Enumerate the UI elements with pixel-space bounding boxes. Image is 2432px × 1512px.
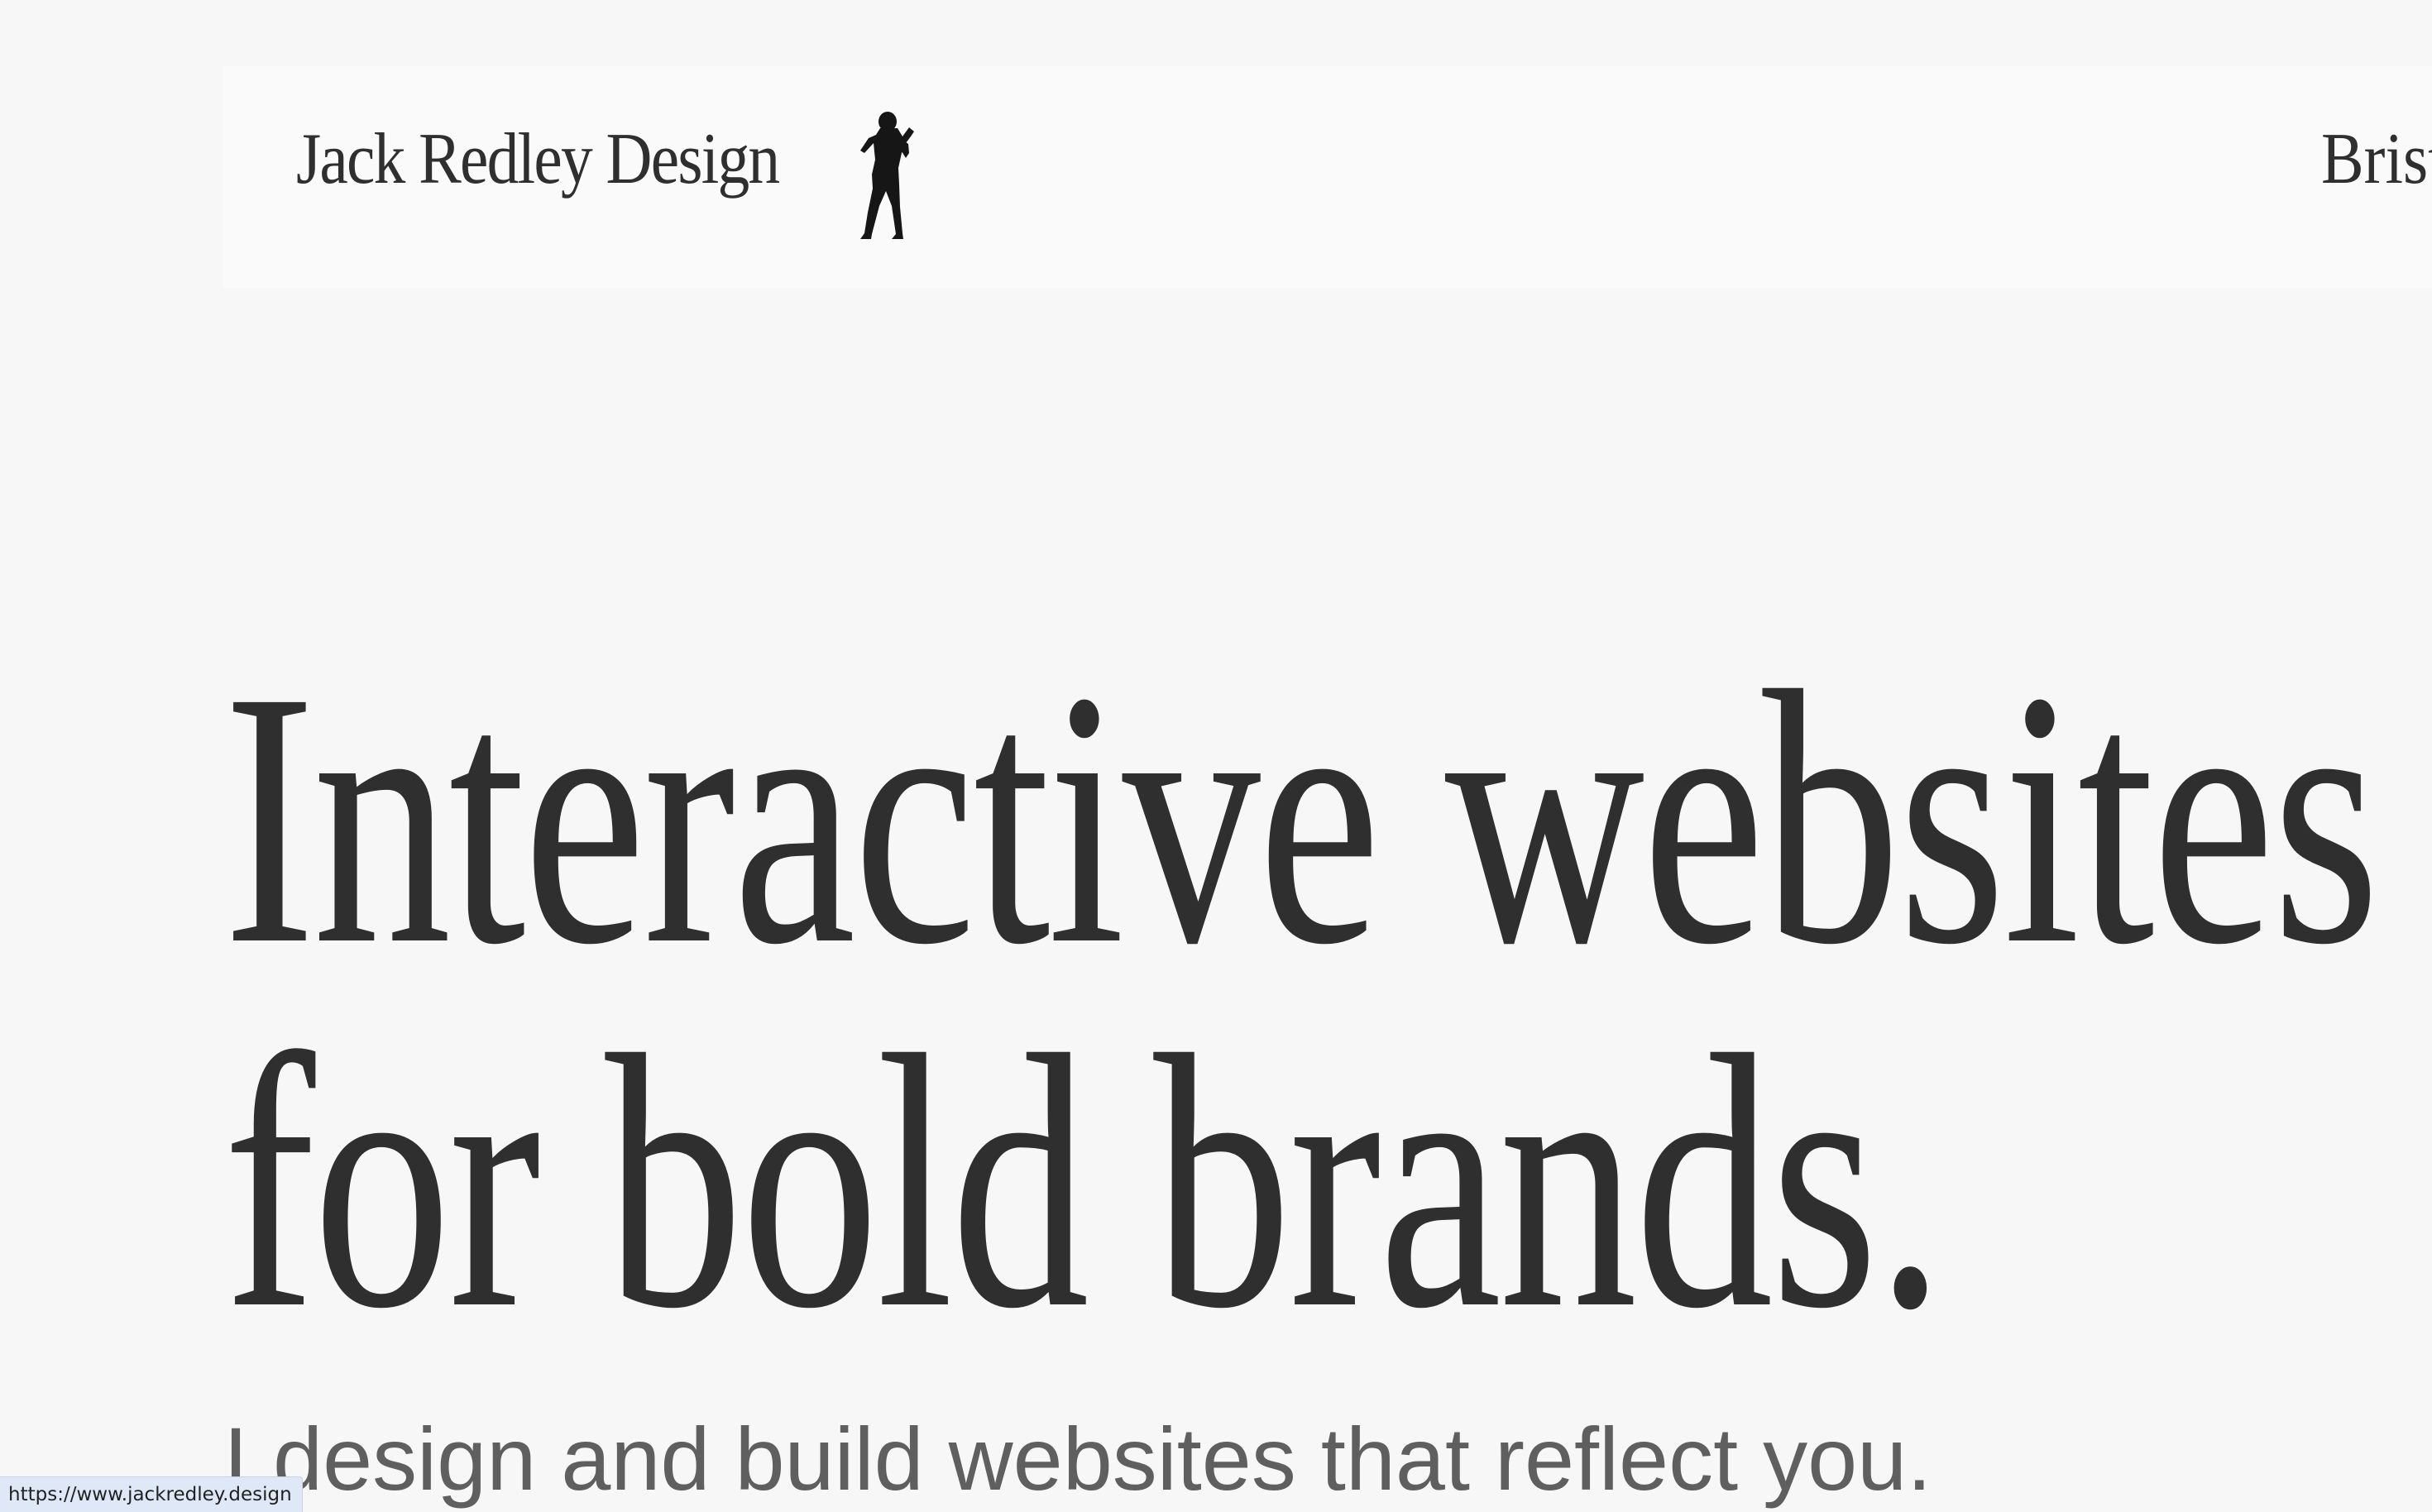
hero-subtitle: I design and build websites that reflect… [223,1409,1932,1509]
hero-heading-line-1: Interactive websites [223,617,2380,1020]
location-label: Brist [2321,119,2432,199]
dancing-figure-icon [840,112,939,244]
hero-heading: Interactive websites for bold brands. [223,637,2380,1365]
brand-logo-link[interactable]: Jack Redley Design [296,116,780,203]
site-header: Jack Redley Design Brist [223,66,2432,288]
status-bar-url: https://www.jackredley.design [0,1476,303,1512]
hero-section: Interactive websites for bold brands. I … [223,637,2432,1508]
hero-heading-line-2: for bold brands. [223,981,1945,1384]
